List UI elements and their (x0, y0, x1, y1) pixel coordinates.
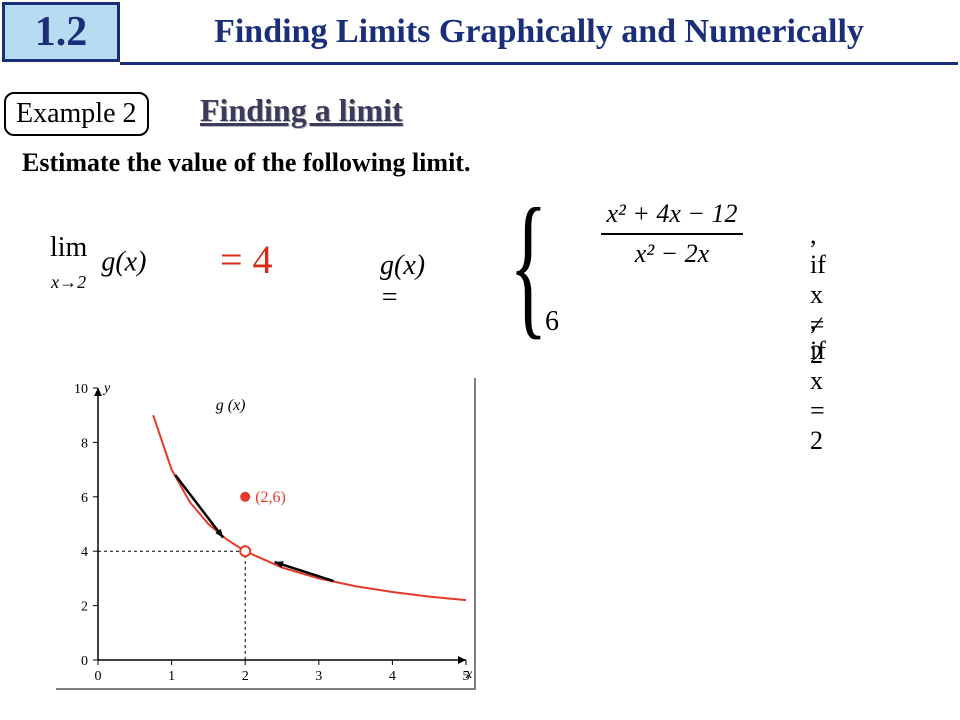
section-badge: 1.2 (2, 2, 120, 62)
svg-text:6: 6 (81, 491, 88, 506)
limit-sub: x→2 (51, 272, 86, 292)
math-row: lim x→2 g(x) = 4 g(x) = { x² + 4x − 12 x… (50, 190, 930, 360)
piece-1-denominator: x² − 2x (635, 235, 709, 269)
svg-text:3: 3 (315, 669, 322, 684)
page-title: Finding Limits Graphically and Numerical… (214, 13, 864, 51)
svg-text:8: 8 (81, 436, 88, 451)
svg-text:y: y (102, 381, 111, 396)
graph: 0123450246810xy(2,6)g (x) (56, 378, 476, 690)
limit-answer: = 4 (220, 236, 273, 283)
title-bar: Finding Limits Graphically and Numerical… (120, 2, 958, 65)
svg-text:g (x): g (x) (216, 397, 246, 414)
svg-text:4: 4 (389, 669, 396, 684)
subsection-title: Finding a limit (200, 92, 403, 129)
svg-text:1: 1 (168, 669, 175, 684)
example-label: Example 2 (16, 98, 137, 129)
svg-text:x: x (465, 667, 473, 682)
prompt-text: Estimate the value of the following limi… (22, 148, 470, 178)
svg-text:2: 2 (81, 600, 88, 615)
limit-function: g(x) (101, 246, 146, 277)
svg-text:0: 0 (81, 654, 88, 669)
svg-text:0: 0 (95, 669, 102, 684)
section-number: 1.2 (35, 8, 88, 56)
gx-label: g(x) = (380, 250, 425, 314)
example-badge: Example 2 (4, 92, 149, 136)
piece-1-numerator: x² + 4x − 12 (601, 199, 744, 235)
piece-2-value: 6 (545, 306, 559, 338)
svg-text:10: 10 (74, 382, 88, 397)
limit-expression: lim x→2 g(x) (50, 232, 146, 296)
piece-2-condition: , if x = 2 (810, 306, 826, 456)
svg-text:4: 4 (81, 545, 88, 560)
limit-operator: lim (50, 232, 87, 263)
svg-text:(2,6): (2,6) (255, 489, 286, 506)
piece-1: x² + 4x − 12 x² − 2x (542, 198, 802, 270)
svg-text:2: 2 (242, 669, 249, 684)
